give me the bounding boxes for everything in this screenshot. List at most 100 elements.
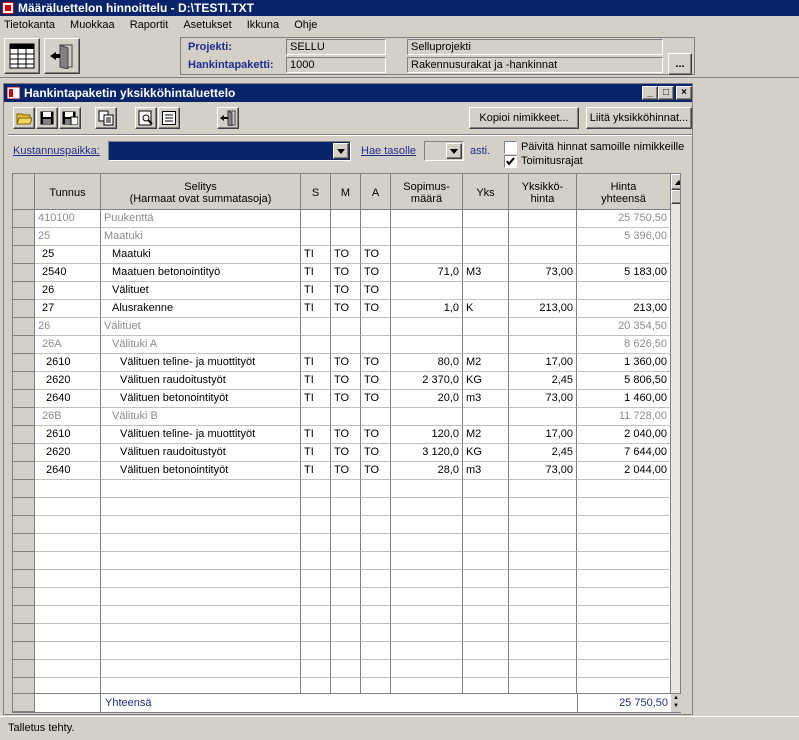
- cell-yks[interactable]: M3: [463, 264, 509, 282]
- cell-s[interactable]: [301, 624, 331, 642]
- cell-tunnus[interactable]: 26: [35, 282, 101, 300]
- cell-a[interactable]: [361, 642, 391, 660]
- cell-selitys[interactable]: [101, 498, 301, 516]
- cell-tunnus[interactable]: [35, 660, 101, 678]
- cell-m[interactable]: [331, 534, 361, 552]
- cell-ht[interactable]: 5 396,00: [577, 228, 671, 246]
- cell-yks[interactable]: KG: [463, 372, 509, 390]
- table-row[interactable]: [13, 588, 671, 606]
- cell-yh[interactable]: [509, 408, 577, 426]
- print-preview-button[interactable]: [135, 107, 157, 129]
- cell-m[interactable]: [331, 498, 361, 516]
- cell-s[interactable]: [301, 228, 331, 246]
- table-row[interactable]: [13, 624, 671, 642]
- cell-selitys[interactable]: [101, 480, 301, 498]
- table-row[interactable]: 2640 Välituen betonointityöt TI TO TO 20,0 m3 7…: [13, 390, 671, 408]
- copy-button[interactable]: [95, 107, 117, 129]
- cell-yks[interactable]: M2: [463, 354, 509, 372]
- cell-tunnus[interactable]: 2540: [35, 264, 101, 282]
- cell-yks[interactable]: KG: [463, 444, 509, 462]
- cell-tunnus[interactable]: [35, 552, 101, 570]
- cell-maara[interactable]: 20,0: [391, 390, 463, 408]
- cell-yks[interactable]: [463, 498, 509, 516]
- cell-maara[interactable]: [391, 228, 463, 246]
- cell-s[interactable]: [301, 210, 331, 228]
- cell-s[interactable]: [301, 516, 331, 534]
- cell-m[interactable]: TO: [331, 300, 361, 318]
- cell-s[interactable]: TI: [301, 300, 331, 318]
- cell-s[interactable]: [301, 660, 331, 678]
- cell-yh[interactable]: [509, 552, 577, 570]
- cell-s[interactable]: [301, 534, 331, 552]
- cell-selitys[interactable]: Välituki B: [101, 408, 301, 426]
- cell-selitys[interactable]: [101, 606, 301, 624]
- cell-a[interactable]: [361, 516, 391, 534]
- scroll-up-button[interactable]: [671, 174, 680, 190]
- cell-a[interactable]: TO: [361, 282, 391, 300]
- cell-yks[interactable]: [463, 336, 509, 354]
- col-m[interactable]: M: [331, 174, 361, 210]
- cell-a[interactable]: TO: [361, 444, 391, 462]
- row-header[interactable]: [13, 606, 35, 624]
- row-header[interactable]: [13, 480, 35, 498]
- cell-selitys[interactable]: Välituen betonointityöt: [101, 390, 301, 408]
- cell-selitys[interactable]: Välituki A: [101, 336, 301, 354]
- cell-a[interactable]: [361, 570, 391, 588]
- cell-selitys[interactable]: [101, 516, 301, 534]
- cell-ht[interactable]: 20 354,50: [577, 318, 671, 336]
- cell-yks[interactable]: [463, 282, 509, 300]
- browse-package-button[interactable]: ...: [668, 53, 692, 75]
- cell-maara[interactable]: [391, 606, 463, 624]
- col-s[interactable]: S: [301, 174, 331, 210]
- cell-tunnus[interactable]: 26B: [35, 408, 101, 426]
- cell-s[interactable]: TI: [301, 426, 331, 444]
- menu-tietokanta[interactable]: Tietokanta: [4, 16, 55, 34]
- cell-s[interactable]: [301, 336, 331, 354]
- cell-ht[interactable]: 1 460,00: [577, 390, 671, 408]
- cell-s[interactable]: TI: [301, 444, 331, 462]
- cell-ht[interactable]: [577, 660, 671, 678]
- cell-a[interactable]: TO: [361, 354, 391, 372]
- cell-s[interactable]: TI: [301, 282, 331, 300]
- cell-maara[interactable]: [391, 408, 463, 426]
- table-row[interactable]: 25 Maatuki 5 396,00: [13, 228, 671, 246]
- cell-maara[interactable]: [391, 552, 463, 570]
- cell-tunnus[interactable]: 2610: [35, 426, 101, 444]
- cell-maara[interactable]: [391, 516, 463, 534]
- cell-m[interactable]: [331, 516, 361, 534]
- exit-button[interactable]: [44, 38, 80, 74]
- cell-yks[interactable]: [463, 246, 509, 264]
- cell-tunnus[interactable]: [35, 624, 101, 642]
- cell-tunnus[interactable]: [35, 642, 101, 660]
- cell-a[interactable]: TO: [361, 462, 391, 480]
- cell-yks[interactable]: [463, 570, 509, 588]
- cell-a[interactable]: [361, 336, 391, 354]
- cell-selitys[interactable]: Välituen betonointityöt: [101, 462, 301, 480]
- table-row[interactable]: 2540 Maatuen betonointityö TI TO TO 71,0 M3 73,…: [13, 264, 671, 282]
- cell-a[interactable]: [361, 498, 391, 516]
- cell-maara[interactable]: [391, 246, 463, 264]
- cell-maara[interactable]: [391, 318, 463, 336]
- cell-tunnus[interactable]: [35, 516, 101, 534]
- cell-tunnus[interactable]: 26A: [35, 336, 101, 354]
- cell-selitys[interactable]: Maatuki: [101, 228, 301, 246]
- cell-m[interactable]: [331, 588, 361, 606]
- cell-tunnus[interactable]: [35, 534, 101, 552]
- cell-yks[interactable]: [463, 318, 509, 336]
- row-header[interactable]: [13, 642, 35, 660]
- cell-m[interactable]: [331, 318, 361, 336]
- close-button[interactable]: ×: [676, 86, 692, 100]
- cell-maara[interactable]: [391, 498, 463, 516]
- table-row[interactable]: [13, 516, 671, 534]
- cell-selitys[interactable]: Välituen teline- ja muottityöt: [101, 426, 301, 444]
- table-row[interactable]: [13, 480, 671, 498]
- col-hinta-yhteensa[interactable]: Hinta yhteensä: [577, 174, 671, 210]
- cell-yks[interactable]: M2: [463, 426, 509, 444]
- maximize-button[interactable]: □: [658, 86, 674, 100]
- cell-m[interactable]: TO: [331, 354, 361, 372]
- cell-ht[interactable]: 8 626,50: [577, 336, 671, 354]
- cell-m[interactable]: TO: [331, 462, 361, 480]
- cell-ht[interactable]: 213,00: [577, 300, 671, 318]
- cell-yh[interactable]: 2,45: [509, 372, 577, 390]
- cell-s[interactable]: TI: [301, 390, 331, 408]
